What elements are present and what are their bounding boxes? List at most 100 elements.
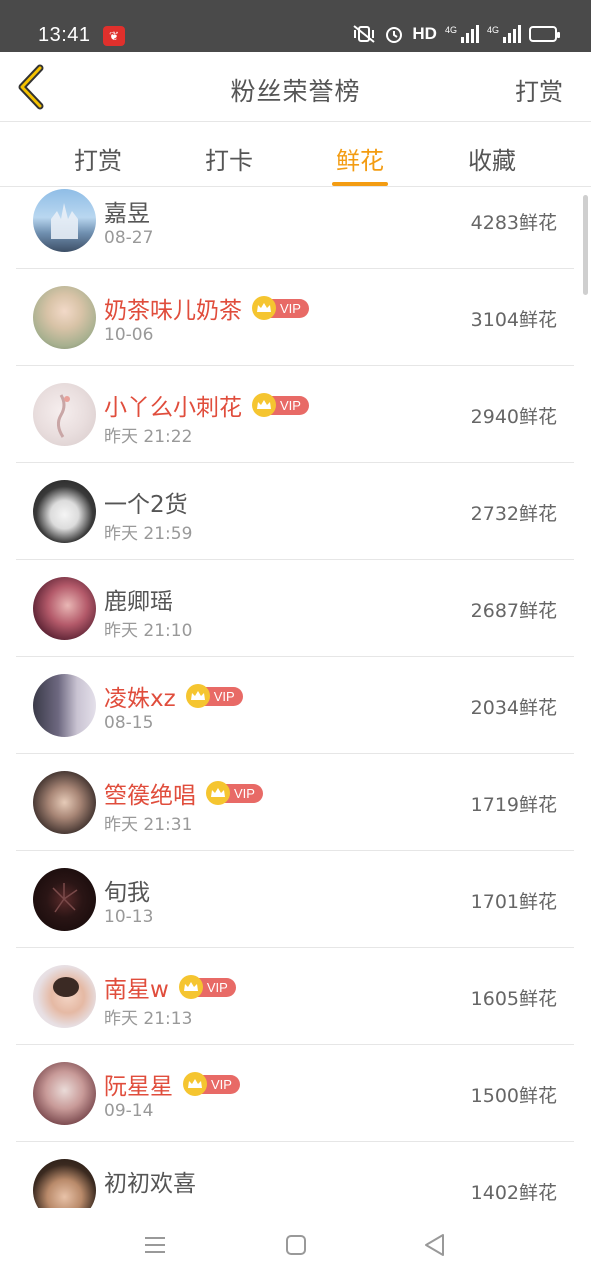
flower-count: 2687鲜花 [470, 600, 557, 622]
avatar[interactable] [33, 286, 96, 349]
battery-icon [529, 26, 560, 42]
signal-icon-1: 4G [445, 25, 479, 43]
list-item[interactable]: 南星w VIP 昨天 21:13 1605鲜花 [16, 948, 574, 1045]
tab-flowers[interactable]: 鲜花 [320, 141, 400, 186]
home-button[interactable] [283, 1232, 309, 1258]
tab-label: 鲜花 [336, 147, 384, 175]
fan-date: 昨天 21:31 [104, 815, 193, 835]
flower-count: 1605鲜花 [470, 988, 557, 1010]
list-item[interactable]: 奶茶味儿奶茶 VIP 10-06 3104鲜花 [16, 269, 574, 366]
fan-date: 昨天 21:13 [104, 1009, 193, 1029]
list-item[interactable]: 箜篌绝唱 VIP 昨天 21:31 1719鲜花 [16, 754, 574, 851]
fan-name: 一个2货 [104, 492, 188, 518]
vip-badge: VIP [183, 1072, 240, 1096]
vibrate-mute-icon [353, 25, 376, 43]
avatar[interactable] [33, 771, 96, 834]
status-time: 13:41 [38, 24, 91, 46]
flower-count: 3104鲜花 [470, 309, 557, 331]
avatar[interactable] [33, 868, 96, 931]
system-nav-bar [0, 1208, 591, 1280]
avatar[interactable] [33, 577, 96, 640]
home-square-icon [286, 1235, 306, 1255]
crown-icon [252, 393, 276, 417]
fan-name: 南星w VIP [104, 970, 236, 1004]
status-bar: 13:41 ❦ HD 4G 4G [0, 0, 591, 52]
avatar[interactable] [33, 480, 96, 543]
list-item[interactable]: 初初欢喜 1402鲜花 [16, 1142, 574, 1208]
list-item[interactable]: 小丫么小刺花 VIP 昨天 21:22 2940鲜花 [16, 366, 574, 463]
list-item[interactable]: 凌姝xz VIP 08-15 2034鲜花 [16, 657, 574, 754]
fan-date: 08-27 [104, 228, 154, 248]
tab-checkin[interactable]: 打卡 [189, 141, 269, 176]
back-nav-button[interactable] [422, 1232, 448, 1258]
flower-count: 2940鲜花 [470, 406, 557, 428]
vip-badge: VIP [252, 296, 309, 320]
flower-count: 4283鲜花 [470, 212, 557, 234]
fan-date: 10-13 [104, 907, 154, 927]
fan-date: 昨天 21:10 [104, 621, 193, 641]
avatar[interactable] [33, 189, 96, 252]
crown-icon [183, 1072, 207, 1096]
tab-label: 打赏 [74, 147, 122, 175]
crown-icon [185, 684, 210, 708]
page-title: 粉丝荣誉榜 [230, 77, 361, 106]
flower-count: 1402鲜花 [470, 1182, 557, 1204]
scrollbar[interactable] [583, 195, 588, 295]
alarm-icon [386, 27, 403, 43]
network-type-1: 4G [444, 25, 457, 35]
tab-favorites[interactable]: 收藏 [452, 141, 532, 176]
flower-count: 1701鲜花 [470, 891, 557, 913]
flower-count: 1500鲜花 [470, 1085, 557, 1107]
list-item[interactable]: 旬我 10-13 1701鲜花 [16, 851, 574, 948]
fan-name: 阮星星 VIP [104, 1067, 240, 1101]
tab-label: 打卡 [205, 147, 253, 175]
avatar[interactable] [33, 1062, 96, 1125]
crown-icon [252, 296, 276, 320]
fan-date: 08-15 [104, 713, 154, 733]
tab-bar: 打赏 打卡 鲜花 收藏 [0, 123, 591, 187]
app-notification-icon: ❦ [103, 26, 125, 46]
list-item[interactable]: 嘉昱 08-27 4283鲜花 [16, 188, 574, 269]
fan-name: 凌姝xz VIP [104, 679, 243, 713]
fan-name: 鹿卿瑶 [104, 589, 173, 615]
menu-button[interactable] [142, 1232, 168, 1258]
vip-badge: VIP [206, 781, 263, 805]
vip-badge: VIP [178, 975, 236, 999]
tab-label: 收藏 [468, 147, 516, 175]
crown-icon [178, 975, 203, 999]
vip-badge: VIP [185, 684, 243, 708]
tab-reward[interactable]: 打赏 [58, 141, 138, 176]
flower-count: 2732鲜花 [470, 503, 557, 525]
status-icons: HD 4G 4G [352, 24, 560, 44]
fan-date: 10-06 [104, 325, 154, 345]
active-tab-indicator [332, 182, 388, 186]
fan-name: 旬我 [104, 880, 150, 906]
avatar[interactable] [33, 965, 96, 1028]
fan-name: 嘉昱 [104, 201, 150, 227]
fan-date: 09-14 [104, 1101, 154, 1121]
list-item[interactable]: 鹿卿瑶 昨天 21:10 2687鲜花 [16, 560, 574, 657]
menu-icon [145, 1237, 165, 1253]
hd-indicator: HD [412, 24, 437, 43]
fan-date: 昨天 21:59 [104, 524, 193, 544]
flower-count: 2034鲜花 [470, 697, 557, 719]
crown-icon [206, 781, 230, 805]
signal-icon-2: 4G [487, 25, 521, 43]
avatar[interactable] [33, 383, 96, 446]
back-triangle-icon [425, 1234, 444, 1256]
avatar[interactable] [33, 1159, 96, 1208]
fan-ranking-list[interactable]: 嘉昱 08-27 4283鲜花 奶茶味儿奶茶 VIP 10-06 3104鲜花 … [0, 188, 591, 1208]
fan-name: 初初欢喜 [104, 1171, 196, 1197]
fan-name: 箜篌绝唱 VIP [104, 776, 263, 810]
flower-count: 1719鲜花 [470, 794, 557, 816]
list-item[interactable]: 阮星星 VIP 09-14 1500鲜花 [16, 1045, 574, 1142]
avatar[interactable] [33, 674, 96, 737]
fan-name: 小丫么小刺花 VIP [104, 388, 309, 422]
reward-button[interactable]: 打赏 [515, 72, 563, 107]
network-type-2: 4G [486, 25, 499, 35]
fan-date: 昨天 21:22 [104, 427, 193, 447]
title-bar: 粉丝荣誉榜 打赏 [0, 52, 591, 122]
fan-name: 奶茶味儿奶茶 VIP [104, 291, 309, 325]
vip-badge: VIP [252, 393, 309, 417]
list-item[interactable]: 一个2货 昨天 21:59 2732鲜花 [16, 463, 574, 560]
